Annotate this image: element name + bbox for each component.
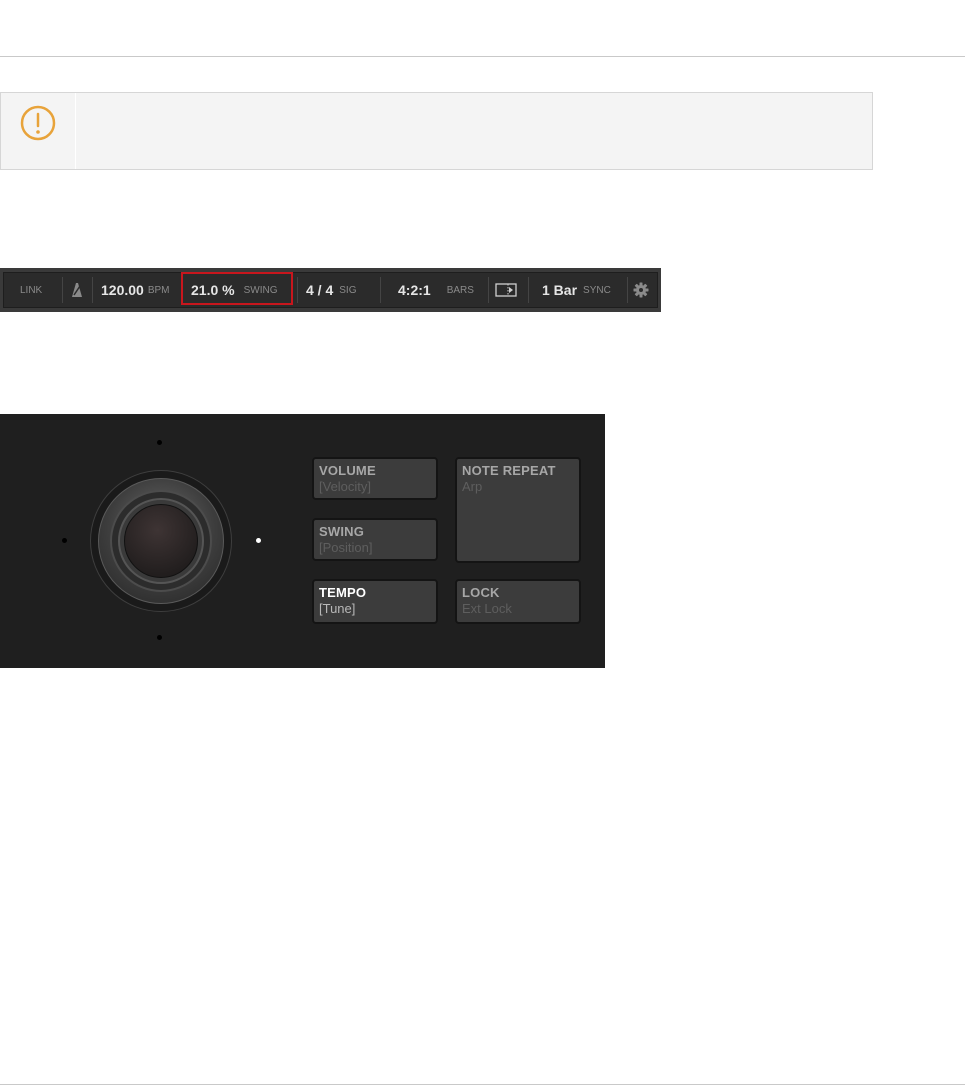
link-label: LINK [20,284,43,296]
separator [92,277,93,303]
header-rule [0,56,965,57]
position-field[interactable]: 4:2:1 BARS [398,273,474,307]
separator [380,277,381,303]
position-value: 4:2:1 [398,282,431,298]
link-button[interactable]: LINK [20,273,42,307]
knob-indicator-right [256,538,261,543]
signature-unit: SIG [339,284,357,296]
separator [297,277,298,303]
notice-box [0,92,873,170]
separator [62,277,63,303]
swing-button[interactable]: SWING [Position] [312,518,438,561]
lock-button[interactable]: LOCK Ext Lock [455,579,581,624]
metronome-icon [72,283,82,297]
tempo-field[interactable]: 120.00 BPM [101,273,170,307]
volume-button[interactable]: VOLUME [Velocity] [312,457,438,500]
button-label: VOLUME [319,463,376,478]
metronome-button[interactable] [69,273,85,307]
note-repeat-button[interactable]: NOTE REPEAT Arp [455,457,581,563]
button-label: SWING [319,524,365,539]
knob-indicator-left [62,538,67,543]
sync-field[interactable]: 1 Bar SYNC [542,273,611,307]
tempo-value: 120.00 [101,282,144,298]
signature-value: 4 / 4 [306,282,334,298]
swing-highlight-box [181,272,293,305]
settings-button[interactable] [633,273,649,307]
footer-rule [0,1084,965,1085]
button-sublabel: [Velocity] [319,479,372,494]
sync-value: 1 Bar [542,282,578,298]
tempo-button[interactable]: TEMPO [Tune] [312,579,438,624]
exclamation-icon [20,105,56,141]
button-label: NOTE REPEAT [462,463,556,478]
signature-field[interactable]: 4 / 4 SIG [306,273,356,307]
follow-button[interactable] [495,273,519,307]
separator [627,277,628,303]
position-unit: BARS [446,284,474,296]
tempo-unit: BPM [147,284,170,296]
button-sublabel: [Tune] [319,601,356,616]
button-label: TEMPO [319,585,367,600]
transport-bar: LINK 120.00 BPM 21.0 % SWING 4 / 4 SIG 4… [0,268,661,312]
knob-indicator-top [157,440,162,445]
knob-cap [124,504,198,578]
follow-playhead-icon [495,283,517,297]
separator [528,277,529,303]
button-label: LOCK [462,585,500,600]
knob-indicator-bottom [157,635,162,640]
separator [488,277,489,303]
sync-unit: SYNC [583,284,611,296]
button-sublabel: Ext Lock [462,601,512,616]
button-sublabel: Arp [462,479,483,494]
button-sublabel: [Position] [319,540,373,555]
gear-icon [633,282,649,298]
